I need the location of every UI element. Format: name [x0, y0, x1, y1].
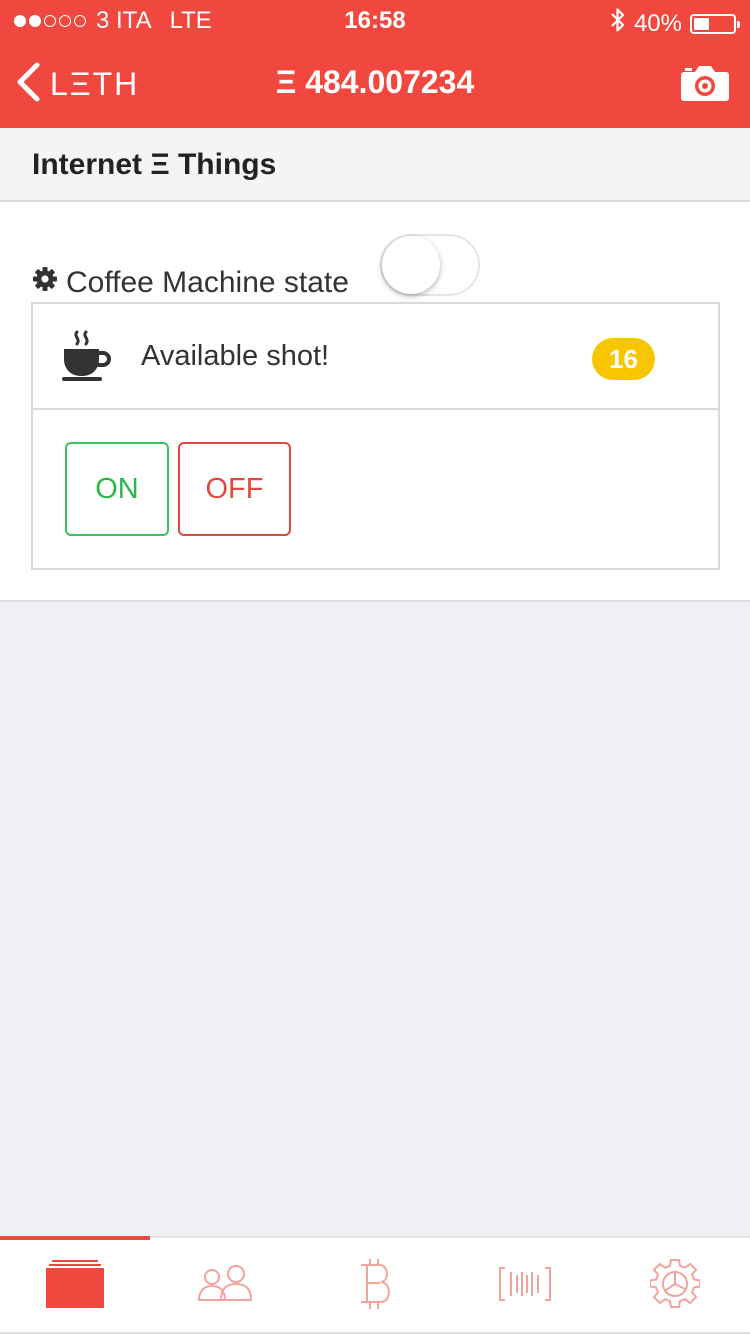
- tab-contacts[interactable]: [150, 1238, 300, 1334]
- cards-icon: [46, 1259, 104, 1313]
- device-panel: Coffee Machine state Available shot! 16 …: [0, 202, 750, 602]
- bitcoin-icon: [353, 1257, 397, 1316]
- camera-icon[interactable]: [680, 64, 730, 107]
- contacts-icon: [196, 1264, 254, 1309]
- state-row: Coffee Machine state: [32, 266, 349, 300]
- state-toggle[interactable]: [380, 234, 480, 296]
- coffee-cup-icon: [61, 330, 113, 387]
- section-header: Internet Ξ Things: [0, 128, 750, 202]
- battery-percent: 40%: [633, 9, 682, 37]
- tab-bitcoin[interactable]: [300, 1238, 450, 1334]
- balance-title: Ξ 484.007234: [275, 64, 475, 100]
- coffee-card: Available shot! 16 ON OFF: [31, 302, 720, 570]
- tab-bar: [0, 1236, 750, 1334]
- tab-cards[interactable]: [0, 1238, 150, 1334]
- barcode-icon: [498, 1266, 552, 1307]
- section-title: Internet Ξ Things: [32, 148, 277, 181]
- toggle-knob: [382, 236, 440, 294]
- available-shot-label: Available shot!: [141, 340, 330, 372]
- tab-scan[interactable]: [450, 1238, 600, 1334]
- status-bar: 3 ITA LTE 16:58 40%: [0, 0, 750, 40]
- bluetooth-icon: [610, 7, 626, 40]
- shot-row: Available shot! 16: [33, 304, 718, 410]
- gear-icon: [32, 266, 58, 300]
- settings-icon: [649, 1258, 701, 1314]
- on-button[interactable]: ON: [65, 442, 169, 536]
- state-label: Coffee Machine state: [66, 266, 349, 299]
- shot-count-badge: 16: [592, 338, 655, 380]
- navigation-bar: LΞTH Ξ 484.007234: [0, 40, 750, 128]
- battery-icon: [690, 13, 740, 34]
- off-button[interactable]: OFF: [178, 442, 291, 536]
- tab-settings[interactable]: [600, 1238, 750, 1334]
